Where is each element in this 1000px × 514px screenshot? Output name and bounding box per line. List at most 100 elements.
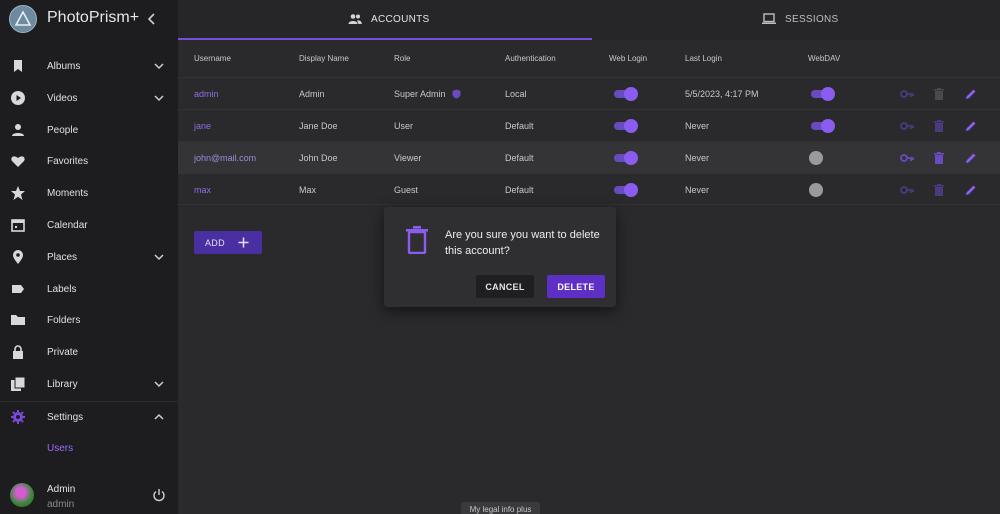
sidebar-subitem-users[interactable]: Users bbox=[47, 443, 73, 454]
table-row[interactable]: john@mail.com John Doe Viewer Default Ne… bbox=[178, 141, 1000, 173]
sidebar-item-label: Calendar bbox=[47, 219, 88, 231]
power-icon[interactable] bbox=[152, 488, 166, 502]
star-icon bbox=[11, 186, 25, 201]
chevron-down-icon[interactable] bbox=[153, 378, 165, 390]
column-header[interactable]: Web Login bbox=[609, 54, 647, 63]
username-link[interactable]: admin bbox=[194, 89, 219, 99]
edit-icon[interactable] bbox=[964, 119, 978, 133]
sidebar-item-folders[interactable]: Folders bbox=[0, 305, 178, 337]
web-login-toggle[interactable] bbox=[614, 183, 638, 197]
tab-accounts[interactable]: ACCOUNTS bbox=[178, 0, 592, 40]
label-icon bbox=[12, 284, 24, 293]
column-header[interactable]: Authentication bbox=[505, 54, 556, 63]
person-icon bbox=[12, 123, 24, 136]
add-account-button[interactable]: ADD bbox=[194, 231, 262, 254]
sidebar-item-label: Videos bbox=[47, 92, 78, 104]
sidebar-item-labels[interactable]: Labels bbox=[0, 274, 178, 306]
column-header[interactable]: Display Name bbox=[299, 54, 349, 63]
table-row[interactable]: jane Jane Doe User Default Never bbox=[178, 109, 1000, 141]
username-link[interactable]: max bbox=[194, 185, 211, 195]
column-header[interactable]: Username bbox=[194, 54, 231, 63]
user-profile[interactable]: Admin admin bbox=[0, 478, 178, 514]
username-link[interactable]: john@mail.com bbox=[194, 153, 256, 163]
sidebar-item-label: Places bbox=[47, 251, 78, 263]
column-header[interactable]: Last Login bbox=[685, 54, 722, 63]
tab-label: ACCOUNTS bbox=[371, 14, 430, 25]
gear-icon bbox=[11, 409, 25, 424]
sidebar-item-label: Private bbox=[47, 347, 79, 359]
app-title: PhotoPrism+ bbox=[47, 9, 140, 26]
sidebar-item-calendar[interactable]: Calendar bbox=[0, 210, 178, 242]
table-row[interactable]: max Max Guest Default Never bbox=[178, 173, 1000, 205]
display-name: Max bbox=[299, 185, 317, 195]
tab-bar: ACCOUNTS SESSIONS bbox=[178, 0, 1000, 40]
edit-icon[interactable] bbox=[964, 183, 978, 197]
last-login: Never bbox=[685, 153, 710, 163]
chevron-down-icon[interactable] bbox=[153, 60, 165, 72]
delete-button[interactable]: DELETE bbox=[547, 275, 605, 298]
cancel-button[interactable]: CANCEL bbox=[476, 275, 534, 298]
chevron-left-icon[interactable] bbox=[143, 9, 161, 29]
display-name: John Doe bbox=[299, 153, 338, 163]
trash-icon[interactable] bbox=[932, 87, 946, 101]
shield-icon bbox=[452, 89, 461, 99]
last-login: 5/5/2023, 4:17 PM bbox=[685, 89, 759, 99]
webdav-toggle[interactable] bbox=[809, 183, 833, 197]
people-icon bbox=[348, 14, 362, 24]
sidebar-item-private[interactable]: Private bbox=[0, 337, 178, 369]
edit-icon[interactable] bbox=[964, 87, 978, 101]
sidebar-item-videos[interactable]: Videos bbox=[0, 83, 178, 115]
sidebar-item-places[interactable]: Places bbox=[0, 242, 178, 274]
webdav-toggle[interactable] bbox=[811, 119, 835, 133]
trash-icon[interactable] bbox=[932, 151, 946, 165]
edit-icon[interactable] bbox=[964, 151, 978, 165]
webdav-toggle[interactable] bbox=[811, 87, 835, 101]
role: Viewer bbox=[394, 153, 422, 163]
trash-icon[interactable] bbox=[932, 119, 946, 133]
role: Super Admin bbox=[394, 89, 446, 99]
key-icon[interactable] bbox=[900, 119, 914, 133]
bookmark-icon bbox=[14, 60, 22, 72]
webdav-toggle[interactable] bbox=[809, 151, 833, 165]
web-login-toggle[interactable] bbox=[614, 87, 638, 101]
column-header[interactable]: WebDAV bbox=[808, 54, 840, 63]
legal-info-tab[interactable]: My legal info plus bbox=[461, 502, 540, 514]
tab-sessions[interactable]: SESSIONS bbox=[592, 0, 1000, 40]
heart-icon bbox=[11, 156, 25, 168]
key-icon[interactable] bbox=[900, 151, 914, 165]
trash-icon[interactable] bbox=[932, 183, 946, 197]
avatar[interactable] bbox=[10, 483, 34, 507]
sidebar-item-library[interactable]: Library bbox=[0, 369, 178, 401]
authentication: Default bbox=[505, 153, 534, 163]
web-login-toggle[interactable] bbox=[614, 119, 638, 133]
sidebar-item-people[interactable]: People bbox=[0, 115, 178, 147]
laptop-icon bbox=[762, 13, 776, 24]
sidebar-nav: Albums Videos People Favorites Moments C… bbox=[0, 51, 178, 434]
plus-icon bbox=[238, 237, 249, 248]
sidebar-item-label: Moments bbox=[47, 188, 89, 200]
user-login-name: admin bbox=[47, 499, 75, 510]
sidebar-item-settings[interactable]: Settings bbox=[0, 402, 178, 434]
chevron-down-icon[interactable] bbox=[153, 92, 165, 104]
authentication: Default bbox=[505, 185, 534, 195]
app-root: PhotoPrism+ Albums Videos People Favorit… bbox=[0, 0, 1000, 514]
user-display-name: Admin bbox=[47, 484, 76, 495]
chevron-up-icon[interactable] bbox=[153, 411, 165, 423]
logo-icon[interactable] bbox=[9, 5, 37, 33]
sidebar-item-favorites[interactable]: Favorites bbox=[0, 146, 178, 178]
column-header[interactable]: Role bbox=[394, 54, 410, 63]
sidebar-item-label: Albums bbox=[47, 61, 81, 72]
key-icon[interactable] bbox=[900, 183, 914, 197]
sidebar-item-albums[interactable]: Albums bbox=[0, 51, 178, 83]
sidebar-item-moments[interactable]: Moments bbox=[0, 178, 178, 210]
add-button-label: ADD bbox=[205, 238, 225, 248]
sidebar-item-label: Folders bbox=[47, 315, 81, 327]
table-row[interactable]: admin Admin Super Admin Local 5/5/2023, … bbox=[178, 77, 1000, 109]
username-link[interactable]: jane bbox=[194, 121, 211, 131]
key-icon[interactable] bbox=[900, 87, 914, 101]
sidebar-item-label: Favorites bbox=[47, 156, 89, 168]
last-login: Never bbox=[685, 185, 710, 195]
web-login-toggle[interactable] bbox=[614, 151, 638, 165]
chevron-down-icon[interactable] bbox=[153, 251, 165, 263]
legal-info-label: My legal info plus bbox=[469, 505, 532, 514]
